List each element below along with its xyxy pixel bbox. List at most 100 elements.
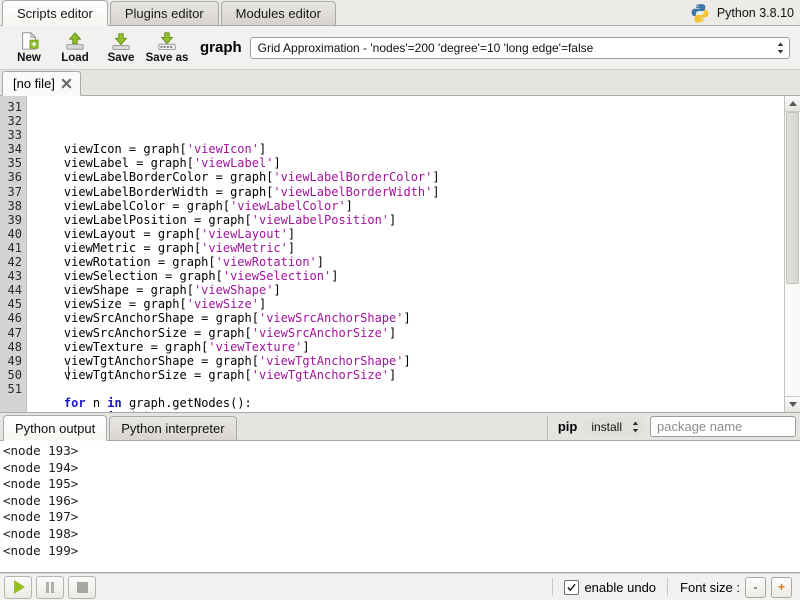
scroll-down-button[interactable] (785, 396, 800, 412)
code-token: ] (259, 297, 266, 311)
code-line: viewTgtAnchorShape = graph['viewTgtAncho… (35, 354, 784, 368)
editor-toolbar: New Load Save Save as graph (0, 26, 800, 70)
code-line: viewLabel = graph['viewLabel'] (35, 156, 784, 170)
python-logo-icon (690, 3, 710, 23)
code-token (35, 396, 64, 410)
load-button-label: Load (61, 52, 88, 64)
enable-undo-checkbox[interactable]: enable undo (557, 580, 663, 595)
code-line: viewLayout = graph['viewLayout'] (35, 227, 784, 241)
code-token: ] (331, 269, 338, 283)
checkbox-box[interactable] (564, 580, 579, 595)
tab-label: Modules editor (236, 6, 321, 21)
font-decrease-button[interactable]: - (745, 577, 766, 598)
tab-label: Scripts editor (17, 6, 93, 21)
pip-package-input[interactable]: package name (650, 416, 796, 437)
save-button[interactable]: Save (98, 27, 144, 69)
code-token: viewShape = graph[ (35, 283, 194, 297)
pause-button[interactable] (36, 576, 64, 599)
output-console[interactable]: <node 193><node 194><node 195><node 196>… (0, 441, 800, 573)
code-token: viewSize = graph[ (35, 297, 187, 311)
code-area[interactable]: 3132333435363738394041424344454647484950… (0, 96, 784, 412)
code-token: viewSelection = graph[ (35, 269, 223, 283)
save-as-icon (156, 31, 178, 51)
code-editor[interactable]: 3132333435363738394041424344454647484950… (0, 96, 800, 413)
code-token: viewRotation = graph[ (35, 255, 216, 269)
output-line: <node 196> (3, 493, 800, 510)
code-token: ] (259, 142, 266, 156)
code-token: viewSrcAnchorSize = graph[ (35, 326, 252, 340)
line-number: 51 (0, 382, 22, 396)
stop-button[interactable] (68, 576, 96, 599)
tab-modules-editor[interactable]: Modules editor (221, 1, 336, 25)
chevron-updown-icon (776, 41, 785, 55)
code-token: 'viewMetric' (201, 241, 288, 255)
code-token: viewLayout = graph[ (35, 227, 201, 241)
output-tab-label: Python interpreter (121, 421, 224, 436)
editor-vertical-scrollbar[interactable] (784, 96, 800, 412)
load-button[interactable]: Load (52, 27, 98, 69)
stop-icon (77, 582, 88, 593)
code-token: 'viewTgtAnchorSize' (252, 368, 389, 382)
pip-action-dropdown[interactable]: install (583, 417, 644, 436)
line-number: 32 (0, 114, 22, 128)
font-increase-button[interactable]: + (771, 577, 792, 598)
save-as-button[interactable]: Save as (144, 27, 190, 69)
file-tab-bar: [no file] (0, 70, 800, 96)
code-token: 'viewShape' (194, 283, 273, 297)
scroll-up-button[interactable] (785, 96, 800, 112)
code-token: viewLabelBorderWidth = graph[ (35, 185, 273, 199)
tab-scripts-editor[interactable]: Scripts editor (2, 0, 108, 26)
new-document-icon (18, 31, 40, 51)
graph-label: graph (200, 39, 242, 56)
close-x-icon[interactable] (61, 78, 72, 89)
code-token: ] (389, 213, 396, 227)
tab-python-output[interactable]: Python output (3, 415, 107, 441)
script-editor-window: Scripts editor Plugins editor Modules ed… (0, 0, 800, 600)
scrollbar-track[interactable] (785, 112, 800, 396)
output-line: <node 199> (3, 543, 800, 560)
line-number: 36 (0, 170, 22, 184)
code-token: 'viewRotation' (216, 255, 317, 269)
output-tab-bar: Python output Python interpreter pip ins… (0, 413, 800, 441)
code-line: viewLabelBorderColor = graph['viewLabelB… (35, 170, 784, 184)
code-token: ] (346, 199, 353, 213)
code-token: ] (432, 185, 439, 199)
code-line: viewRotation = graph['viewRotation'] (35, 255, 784, 269)
output-line: <node 195> (3, 476, 800, 493)
code-token: 'viewLabelPosition' (252, 213, 389, 227)
main-tab-bar: Scripts editor Plugins editor Modules ed… (0, 0, 800, 26)
code-line: viewLabelPosition = graph['viewLabelPosi… (35, 213, 784, 227)
run-button[interactable] (4, 576, 32, 599)
code-token: in (107, 396, 121, 410)
save-as-button-label: Save as (146, 52, 189, 64)
line-number: 41 (0, 241, 22, 255)
code-token: 'viewLabelBorderWidth' (273, 185, 432, 199)
save-button-label: Save (108, 52, 135, 64)
code-line: viewLabelColor = graph['viewLabelColor'] (35, 199, 784, 213)
code-token: ] (389, 368, 396, 382)
tab-python-interpreter[interactable]: Python interpreter (109, 416, 236, 440)
pip-controls: pip install package name (547, 416, 800, 440)
font-size-controls: Font size : - + (672, 577, 796, 598)
file-tab-no-file[interactable]: [no file] (2, 71, 81, 96)
graph-selector-dropdown[interactable]: Grid Approximation - 'nodes'=200 'degree… (250, 37, 790, 59)
line-number: 35 (0, 156, 22, 170)
line-number: 46 (0, 311, 22, 325)
code-token: viewIcon = graph[ (35, 142, 187, 156)
code-text[interactable]: viewIcon = graph['viewIcon'] viewLabel =… (27, 96, 784, 412)
code-line: viewSrcAnchorSize = graph['viewSrcAnchor… (35, 326, 784, 340)
scrollbar-thumb[interactable] (786, 112, 799, 284)
line-number: 42 (0, 255, 22, 269)
new-button[interactable]: New (6, 27, 52, 69)
line-number: 48 (0, 340, 22, 354)
tab-plugins-editor[interactable]: Plugins editor (110, 1, 219, 25)
code-token: ] (317, 255, 324, 269)
python-branding: Python 3.8.10 (690, 2, 794, 24)
play-icon (14, 580, 25, 594)
code-token: ] (302, 340, 309, 354)
code-token: viewMetric = graph[ (35, 241, 201, 255)
chevron-updown-icon (631, 420, 640, 434)
code-line: viewLabelBorderWidth = graph['viewLabelB… (35, 185, 784, 199)
enable-undo-label: enable undo (584, 580, 656, 595)
font-increase-label: + (778, 580, 785, 594)
